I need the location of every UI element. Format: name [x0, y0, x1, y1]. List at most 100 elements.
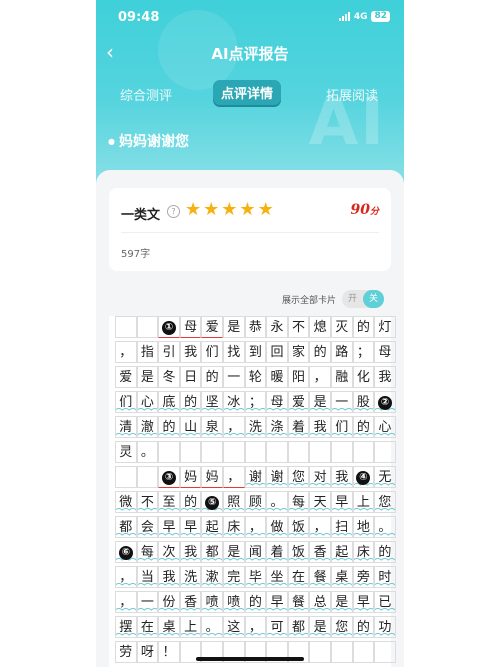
grid-cell-char: 每: [287, 491, 310, 513]
star-icon: ★: [185, 199, 202, 220]
grid-cell-char: 饭: [287, 541, 310, 563]
annotation-marker: ⑥: [115, 541, 137, 563]
grid-cell-char: 都: [201, 541, 223, 563]
grid-cell-char: 总: [309, 591, 331, 613]
show-all-cards-toggle[interactable]: 开 关: [341, 290, 384, 308]
essay-row: 微不至的 ⑤ 照顾。每天早上您: [115, 491, 396, 513]
essay-row: ，当我洗漱完毕坐在餐桌旁时: [115, 566, 396, 588]
grid-cell-char: 这: [222, 616, 245, 638]
grid-cell-char: 谢: [244, 466, 267, 488]
grid-cell-char: 已: [374, 591, 396, 613]
grid-cell-char: 山: [179, 416, 202, 438]
annotation-number-badge[interactable]: ⑤: [205, 495, 220, 510]
grid-cell-char: 一: [136, 591, 159, 613]
grid-cell-char: 我: [330, 466, 353, 488]
grid-cell-char: 的: [158, 416, 180, 438]
grid-cell-char: 餐: [287, 591, 310, 613]
tab-bar: 综合测评 点评详情 拓展阅读: [96, 80, 404, 106]
grid-cell-char: 闻: [244, 541, 267, 563]
annotation-number-badge[interactable]: ④: [356, 470, 371, 485]
annotation-marker: ①: [158, 316, 180, 338]
nav-bar: ‹ AI点评报告: [96, 38, 404, 68]
grid-cell-char: 灵: [115, 441, 137, 463]
grid-cell-char: 的: [179, 391, 202, 413]
annotation-number-badge[interactable]: ②: [377, 395, 392, 410]
grid-cell-char: ！: [158, 641, 180, 663]
divider: [121, 232, 379, 233]
grid-cell-char: 澈: [136, 416, 159, 438]
grid-cell-char: 喷: [222, 591, 245, 613]
grid-cell-char: ，: [244, 516, 267, 538]
grid-cell-char: 您: [330, 616, 353, 638]
annotation-marker: ⑤: [201, 491, 223, 513]
grid-cell-char: 不: [287, 316, 310, 338]
grid-cell-char: 在: [136, 616, 159, 638]
annotation-marker: ③: [158, 466, 180, 488]
star-icon: ★: [203, 199, 220, 220]
annotation-marker: ④: [352, 466, 375, 488]
grid-cell-char: 心: [374, 416, 396, 438]
grid-cell-char: 旁: [352, 566, 375, 588]
tab-review-details[interactable]: 点评详情: [213, 80, 282, 105]
grid-cell-char: 底: [158, 391, 180, 413]
grid-cell-char: 照: [222, 491, 245, 513]
grid-cell-char: 不: [136, 491, 159, 513]
grid-cell-char: 天: [309, 491, 331, 513]
annotation-number-badge[interactable]: ③: [161, 470, 176, 485]
grid-cell-char: 化: [352, 366, 375, 388]
grid-cell-empty: [287, 441, 310, 463]
grid-cell-char: ，: [309, 366, 331, 388]
grid-cell-char: 的: [352, 416, 375, 438]
toggle-option-open[interactable]: 开: [342, 290, 363, 308]
grid-cell-char: 都: [287, 616, 310, 638]
grid-cell-char: 着: [266, 541, 288, 563]
grid-cell-char: 坐: [266, 566, 288, 588]
battery-icon: 82: [371, 11, 390, 22]
content-sheet: 一类文 ? ★ ★ ★ ★ ★ 90分 597字 展示全部卡片 开 关 ①母爱是…: [96, 170, 404, 667]
phone-screen: AI 09:48 4G 82 ‹ AI点评报告 综合测评 点评详情 拓展阅读 ●…: [96, 0, 404, 667]
grid-cell-char: 的: [374, 541, 396, 563]
grid-cell-char: 轮: [244, 366, 267, 388]
grid-cell-empty: [352, 441, 375, 463]
grid-cell-char: 熄: [309, 316, 331, 338]
grid-cell-char: 桌: [330, 566, 353, 588]
annotation-number-badge[interactable]: ①: [161, 320, 176, 335]
grid-cell-char: 对: [309, 466, 331, 488]
grid-cell-char: 会: [136, 516, 159, 538]
essay-row: 灵。: [115, 441, 396, 463]
grid-cell-char: 每: [136, 541, 159, 563]
grid-cell-char: 饭: [287, 516, 310, 538]
network-label: 4G: [353, 11, 368, 22]
essay-row: 爱是冬日的一轮暖阳，融化我: [115, 366, 396, 388]
tab-overall-review[interactable]: 综合测评: [120, 85, 172, 104]
grid-cell-char: 是: [309, 616, 331, 638]
grid-cell-char: 在: [287, 566, 310, 588]
grid-cell-char: ，: [115, 566, 137, 588]
status-bar: 09:48 4G 82: [96, 0, 404, 34]
grid-cell-char: 母: [374, 341, 396, 363]
grid-cell-char: 日: [179, 366, 202, 388]
grid-cell-empty: [330, 641, 353, 663]
grid-cell-char: 早: [266, 591, 288, 613]
toggle-option-close[interactable]: 关: [362, 290, 384, 308]
grid-cell-char: 早: [352, 591, 375, 613]
grade-label: 一类文: [121, 208, 161, 223]
grid-cell-char: 的: [179, 491, 202, 513]
grid-cell-char: 洗: [244, 416, 267, 438]
grid-cell-char: 指: [136, 341, 159, 363]
grid-cell-char: 爱: [287, 391, 310, 413]
grid-cell-char: 漱: [201, 566, 223, 588]
help-icon[interactable]: ?: [167, 205, 180, 218]
grid-cell-empty: [115, 316, 137, 338]
annotation-number-badge[interactable]: ⑥: [118, 545, 133, 560]
grid-cell-char: 的: [352, 316, 375, 338]
grid-cell-char: 份: [158, 591, 180, 613]
grid-cell-char: 融: [330, 366, 353, 388]
grid-cell-char: 当: [136, 566, 159, 588]
tab-extended-reading[interactable]: 拓展阅读: [326, 85, 378, 104]
grid-cell-char: 母: [179, 316, 202, 338]
grid-cell-char: 。: [374, 516, 396, 538]
grid-cell-char: 暖: [266, 366, 288, 388]
grid-cell-char: 的: [201, 366, 223, 388]
grid-cell-char: 我: [158, 566, 180, 588]
